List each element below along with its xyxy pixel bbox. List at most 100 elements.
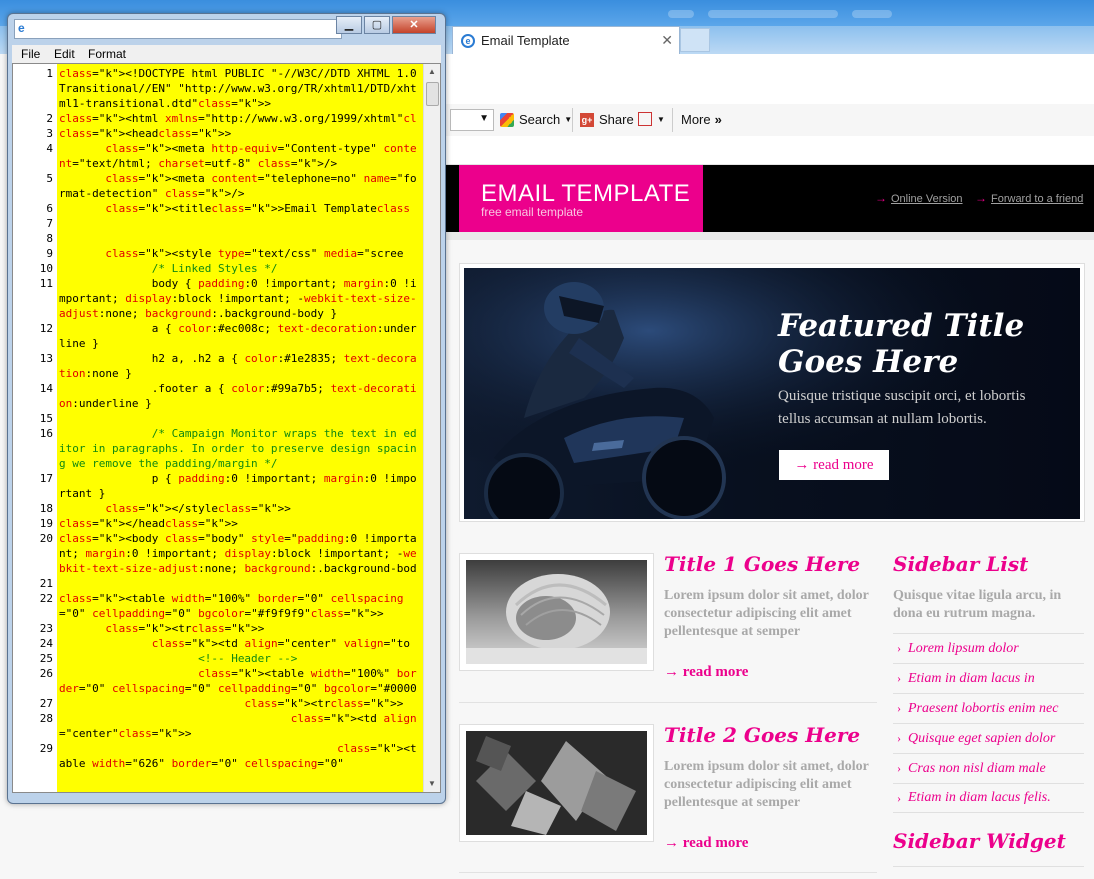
line-number: 9: [46, 247, 53, 260]
code-area[interactable]: class="k"><!DOCTYPE html PUBLIC "-//W3C/…: [57, 64, 424, 792]
code-line: class="k"><headclass="k">>: [59, 127, 232, 140]
chevron-right-icon: ›: [897, 731, 901, 745]
line-number: 20: [39, 532, 53, 545]
scroll-up-icon[interactable]: ▲: [424, 64, 440, 80]
line-number: 2: [46, 112, 53, 125]
editor-title-field[interactable]: e: [14, 19, 342, 39]
code-line: a { color:#ec008c; text-decoration:under…: [59, 322, 417, 350]
menu-edit[interactable]: Edit: [54, 47, 75, 61]
hero-title: Featured Title Goes Here: [778, 308, 1025, 380]
code-line: class="k"><trclass="k">>: [244, 697, 404, 710]
sidebar-widget-title: Sidebar Widget: [893, 829, 1066, 853]
article-1-title[interactable]: Title 1 Goes Here: [664, 552, 860, 576]
address-bar-area: [446, 54, 1094, 105]
code-line: class="k"><table width="100%" border="0"…: [59, 667, 417, 695]
line-number: 4: [46, 142, 53, 155]
minimize-button[interactable]: ▁: [336, 16, 362, 34]
chevron-right-icon: ›: [897, 790, 901, 805]
share-label: Share: [599, 112, 634, 127]
editor-title-bar: e ▁ ▢ ✕: [8, 14, 445, 44]
editor-menu-bar: File Edit Format: [12, 45, 441, 63]
line-number: 26: [39, 667, 53, 680]
sidebar-item-label: Praesent lobortis enim nec: [908, 700, 1059, 716]
code-line: /* Campaign Monitor wraps the text in ed…: [59, 427, 417, 470]
tab-email-template[interactable]: e Email Template ✕: [452, 26, 680, 54]
new-tab-button[interactable]: [680, 28, 710, 52]
forward-to-friend-link[interactable]: Forward to a friend: [991, 193, 1083, 205]
code-line: class="k"><meta http-equiv="Content-type…: [59, 142, 417, 170]
code-line: <!-- Header -->: [59, 652, 298, 665]
article-divider: [459, 872, 877, 873]
more-button[interactable]: More »: [681, 112, 722, 127]
code-line: class="k"><td align="center"class="k">>: [59, 712, 417, 740]
google-icon: [500, 112, 514, 127]
sidebar-list-item[interactable]: › Quisque eget sapien dolor: [893, 723, 1084, 753]
translate-icon: [638, 112, 652, 126]
share-button[interactable]: g+ Share: [580, 112, 634, 127]
article-2-title[interactable]: Title 2 Goes Here: [664, 723, 860, 747]
sidebar-item-label: Etiam in diam lacus felis.: [908, 790, 1051, 805]
sidebar-item-label: Lorem lipsum dolor: [908, 640, 1019, 656]
ie-icon: e: [18, 21, 25, 35]
line-number: 10: [39, 262, 53, 275]
article-2-read-more[interactable]: → read more: [664, 835, 748, 852]
code-line: class="k"><!DOCTYPE html PUBLIC "-//W3C/…: [59, 67, 417, 110]
sidebar-list-item[interactable]: › Lorem lipsum dolor: [893, 633, 1084, 663]
line-number: 14: [39, 382, 53, 395]
code-editor-window: e ▁ ▢ ✕ File Edit Format 1 2 3 4 5 6 7 8 9 10 11 12…: [7, 13, 446, 804]
ie-icon: e: [461, 33, 475, 48]
header-divider: [446, 232, 1094, 240]
line-number: 27: [39, 697, 53, 710]
menu-format[interactable]: Format: [88, 47, 126, 61]
chevron-down-icon: ▼: [657, 114, 665, 124]
code-line: h2 a, .h2 a { color:#1e2835; text-decora…: [59, 352, 417, 380]
close-button[interactable]: ✕: [392, 16, 436, 34]
line-number: 22: [39, 592, 53, 605]
browser-toolbar: ▼ Search ▼ g+ Share ▼ More »: [446, 104, 1094, 137]
code-line: body { padding:0 !important; margin:0 !i…: [59, 277, 417, 320]
vertical-scrollbar[interactable]: ▲ ▼: [423, 64, 440, 792]
hero-read-more-button[interactable]: → read more: [779, 450, 889, 480]
line-number: 5: [46, 172, 53, 185]
brand-block: EMAIL TEMPLATE free email template: [459, 165, 703, 233]
code-line: p { padding:0 !important; margin:0 !impo…: [59, 472, 417, 500]
toolbar-dropdown[interactable]: ▼: [450, 109, 494, 131]
leaves-image: [466, 731, 647, 835]
line-number: 23: [39, 622, 53, 635]
sidebar-list-text: Quisque vitae ligula arcu, in dona eu ru…: [893, 588, 1062, 621]
line-number-gutter: 1 2 3 4 5 6 7 8 9 10 11 12 13 14 15 16 17 18 19 20 21 22 23 24 2…: [13, 64, 57, 792]
code-line: class="k"></headclass="k">>: [59, 517, 238, 530]
sidebar-item-label: Quisque eget sapien dolor: [908, 730, 1056, 746]
tab-close-icon[interactable]: ✕: [661, 32, 673, 49]
scroll-thumb[interactable]: [426, 82, 439, 106]
seashell-illustration: [466, 574, 647, 664]
sidebar-list-item[interactable]: › Praesent lobortis enim nec: [893, 693, 1084, 723]
sidebar-list-item[interactable]: › Etiam in diam lacus in: [893, 663, 1084, 693]
arrow-right-icon: →: [875, 191, 887, 205]
more-label: More: [681, 112, 711, 127]
line-number: 13: [39, 352, 53, 365]
hero-image: Featured Title Goes Here Quisque tristiq…: [464, 268, 1080, 519]
line-number: 29: [39, 742, 53, 755]
sidebar-widget-divider: [893, 866, 1084, 867]
seashell-image: [466, 560, 647, 664]
search-button[interactable]: Search ▼: [500, 112, 572, 127]
article-1-read-more[interactable]: → read more: [664, 664, 748, 681]
scroll-down-icon[interactable]: ▼: [424, 776, 440, 792]
favorites-bar: [446, 136, 1094, 165]
featured-hero: Featured Title Goes Here Quisque tristiq…: [459, 263, 1085, 522]
translate-button[interactable]: ▼: [638, 112, 665, 126]
line-number: 16: [39, 427, 53, 440]
code-line: class="k"><html xmlns="http://www.w3.org…: [59, 112, 417, 125]
sidebar-list-item[interactable]: › Cras non nisl diam male: [893, 753, 1084, 783]
article-divider: [459, 702, 877, 703]
menu-file[interactable]: File: [21, 47, 40, 61]
sidebar-list-item[interactable]: › Etiam in diam lacus felis.: [893, 783, 1084, 813]
maximize-button[interactable]: ▢: [364, 16, 390, 34]
online-version-link[interactable]: Online Version: [891, 193, 963, 205]
chevron-right-icon: ›: [897, 641, 901, 655]
code-line: class="k"><table width="100%" border="0"…: [59, 592, 404, 620]
editor-body[interactable]: 1 2 3 4 5 6 7 8 9 10 11 12 13 14 15 16 17 18 19 20 21 22 23 24 2…: [12, 63, 441, 793]
